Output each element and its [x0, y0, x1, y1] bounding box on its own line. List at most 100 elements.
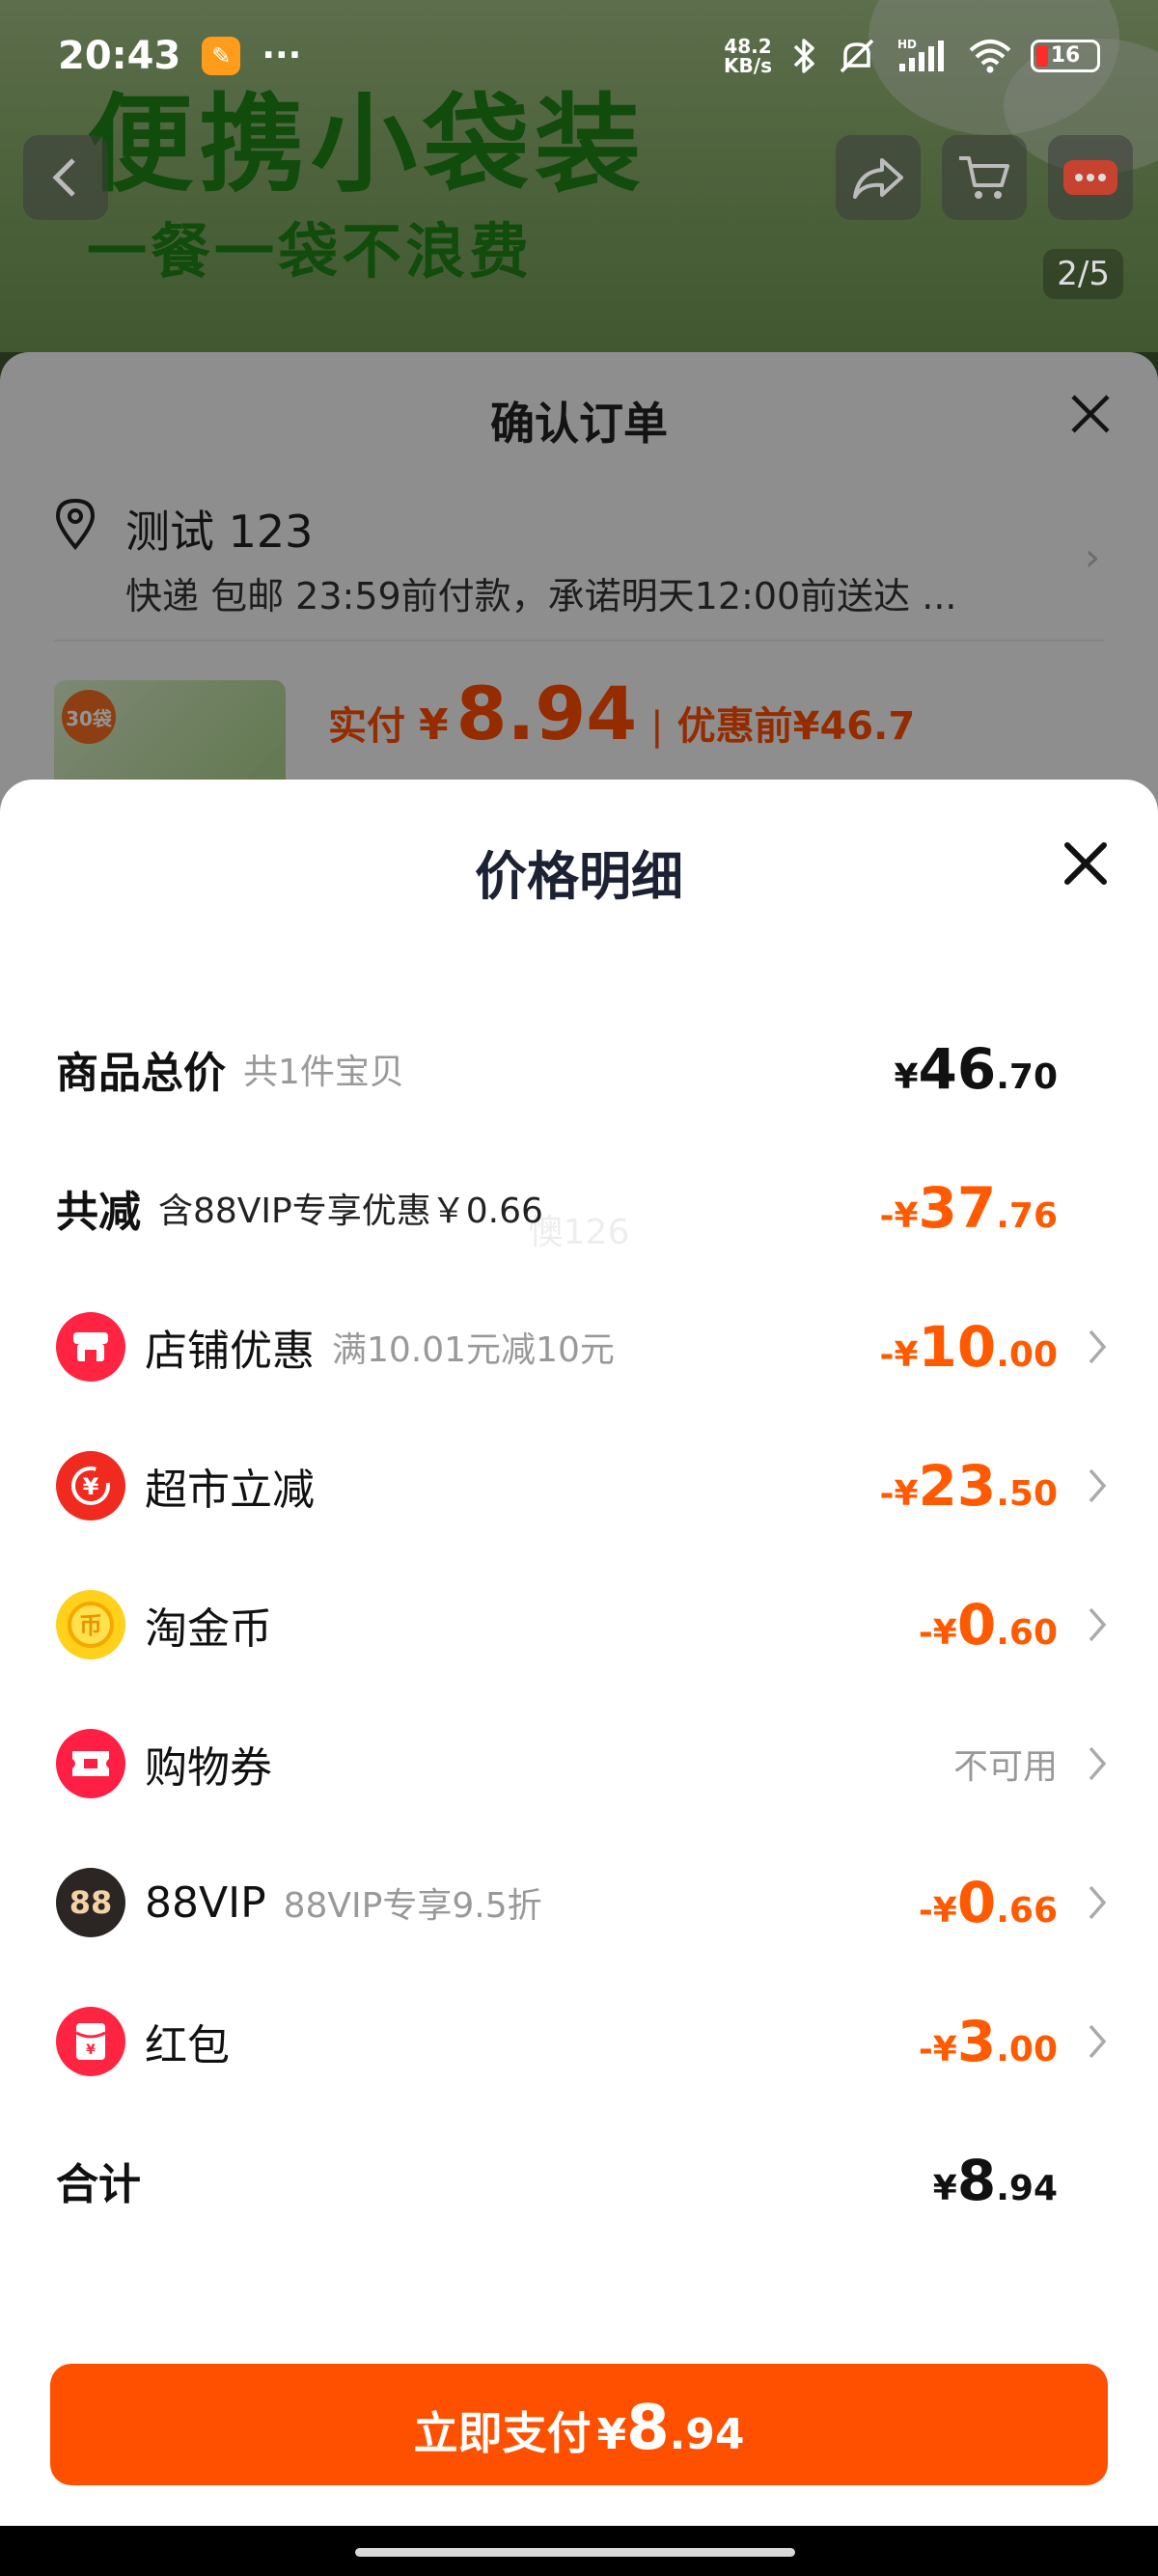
amount-dec: .76	[996, 1196, 1058, 1236]
cart-icon	[959, 156, 1009, 199]
amount-prefix: -¥	[879, 1474, 919, 1514]
chevron-right-icon	[1087, 1465, 1108, 1507]
sum-label: 合计	[56, 2160, 141, 2209]
red-packet-icon: ¥	[56, 2007, 125, 2076]
amount-prefix: -¥	[918, 1891, 957, 1931]
amount-dec: .60	[996, 1613, 1058, 1653]
amount-dec: .00	[996, 1335, 1058, 1375]
88vip-label: 88VIP	[145, 1877, 266, 1928]
88vip-rule: 88VIP专享9.5折	[283, 1886, 542, 1926]
wifi-icon	[969, 39, 1011, 72]
amount-int: 10	[918, 1314, 997, 1380]
amount-int: 46	[918, 1036, 997, 1102]
pay-prefix: ¥	[596, 2410, 627, 2459]
status-bar: 20:43 ✎ ··· 48.2 KB/s HD 16	[0, 0, 1158, 111]
shopping-voucher-label: 购物券	[145, 1743, 272, 1793]
voucher-unavailable: 不可用	[952, 1747, 1058, 1787]
amount-int: 0	[956, 1870, 997, 1935]
chevron-right-icon	[1087, 1881, 1108, 1924]
red-packet-amount: -¥ 3.00	[919, 2009, 1058, 2074]
share-button[interactable]	[836, 135, 921, 220]
88vip-amount: -¥ 0.66	[919, 1870, 1058, 1935]
sum-amount: ¥8.94	[933, 2148, 1058, 2213]
battery-icon: 16	[1031, 39, 1100, 72]
row-shop-discount[interactable]: 店铺优惠 满10.01元减10元 -¥ 10.00	[56, 1299, 1108, 1395]
row-shopping-voucher[interactable]: 购物券 不可用	[56, 1715, 1108, 1812]
goods-total-count: 共1件宝贝	[243, 1053, 404, 1092]
amount-prefix: -¥	[918, 2030, 957, 2069]
amount-prefix: -¥	[918, 1613, 957, 1653]
chevron-right-icon	[1087, 1603, 1108, 1646]
amount-int: 8	[956, 2148, 997, 2213]
chevron-right-icon	[1087, 1326, 1108, 1368]
more-button[interactable]	[1048, 135, 1133, 220]
svg-text:¥: ¥	[83, 1473, 99, 1500]
close-icon[interactable]	[1062, 839, 1110, 888]
net-speed-unit: KB/s	[724, 53, 772, 77]
pay-int: 8	[626, 2393, 670, 2464]
mute-icon	[840, 39, 874, 72]
amount-int: 3	[956, 2009, 997, 2074]
net-speed-value: 48.2	[724, 34, 772, 58]
row-total-reduction: 共减 含88VIP专享优惠￥0.66 -¥ 37.76	[56, 1160, 1108, 1256]
amount-dec: .66	[996, 1891, 1058, 1931]
dim-overlay	[0, 352, 1158, 835]
bluetooth-icon	[793, 38, 814, 73]
net-speed: 48.2 KB/s	[724, 37, 772, 75]
gold-coin-icon: 币	[56, 1590, 125, 1659]
app-notification-icon: ✎	[202, 36, 241, 75]
chevron-right-icon	[1087, 2020, 1108, 2063]
amount-dec: .94	[996, 2169, 1058, 2208]
pay-dec: .94	[669, 2410, 745, 2459]
row-gold-coins[interactable]: 币 淘金币 -¥ 0.60	[56, 1576, 1108, 1673]
image-counter: 2/5	[1043, 249, 1123, 299]
status-time: 20:43	[58, 33, 181, 78]
shop-discount-rule: 满10.01元减10元	[332, 1330, 615, 1370]
price-detail-sheet: 价格明细 懊126 商品总价 共1件宝贝 ¥46.70 共减 含88VIP专享优…	[0, 780, 1158, 2526]
goods-total-amount: ¥46.70	[894, 1036, 1058, 1102]
supermarket-yuan-icon: ¥	[56, 1451, 125, 1521]
status-icons: 48.2 KB/s HD 16	[724, 37, 1100, 75]
gold-coins-label: 淘金币	[145, 1604, 272, 1654]
amount-prefix: ¥	[894, 1057, 919, 1097]
pay-now-label: 立即支付	[413, 2407, 592, 2459]
amount-int: 0	[956, 1592, 997, 1658]
supermarket-reduction-label: 超市立减	[145, 1466, 315, 1515]
reduction-label: 共减	[56, 1188, 141, 1237]
shopping-voucher-icon	[56, 1729, 125, 1798]
home-indicator[interactable]	[355, 2548, 795, 2557]
shop-discount-amount: -¥ 10.00	[880, 1314, 1059, 1380]
row-goods-total: 商品总价 共1件宝贝 ¥46.70	[56, 1021, 1108, 1117]
shop-icon	[56, 1312, 125, 1382]
more-dots-icon: ···	[262, 36, 302, 75]
amount-int: 37	[918, 1175, 997, 1241]
amount-dec: .70	[996, 1057, 1058, 1097]
reduction-amount: -¥ 37.76	[880, 1175, 1059, 1241]
pay-now-button[interactable]: 立即支付 ¥ 8 .94	[50, 2364, 1108, 2485]
gold-coins-amount: -¥ 0.60	[919, 1592, 1058, 1658]
88vip-icon-text: 88	[69, 1884, 113, 1921]
hd-signal-icon: HD	[897, 38, 944, 71]
battery-level: 16	[1050, 43, 1081, 68]
row-red-packet[interactable]: ¥ 红包 -¥ 3.00	[56, 1993, 1108, 2090]
back-button[interactable]	[23, 135, 108, 220]
svg-text:¥: ¥	[86, 2042, 96, 2058]
share-icon	[853, 158, 903, 199]
svg-text:币: 币	[79, 1612, 102, 1639]
price-detail-title: 价格明细	[475, 846, 683, 907]
amount-prefix: -¥	[879, 1196, 919, 1236]
shop-discount-label: 店铺优惠	[145, 1327, 315, 1376]
amount-dec: .00	[996, 2030, 1058, 2069]
svg-text:HD: HD	[897, 38, 917, 51]
amount-dec: .50	[996, 1474, 1058, 1514]
reduction-note: 含88VIP专享优惠￥0.66	[158, 1192, 543, 1231]
amount-int: 23	[918, 1453, 997, 1519]
red-packet-label: 红包	[145, 2021, 230, 2070]
row-supermarket-reduction[interactable]: ¥ 超市立减 -¥ 23.50	[56, 1438, 1108, 1534]
amount-prefix: -¥	[879, 1335, 919, 1375]
amount-prefix: ¥	[932, 2169, 957, 2208]
supermarket-reduction-amount: -¥ 23.50	[880, 1453, 1059, 1519]
cart-button[interactable]	[942, 135, 1027, 220]
chevron-left-icon	[52, 158, 75, 197]
row-88vip[interactable]: 88 88VIP 88VIP专享9.5折 -¥ 0.66	[56, 1854, 1108, 1951]
